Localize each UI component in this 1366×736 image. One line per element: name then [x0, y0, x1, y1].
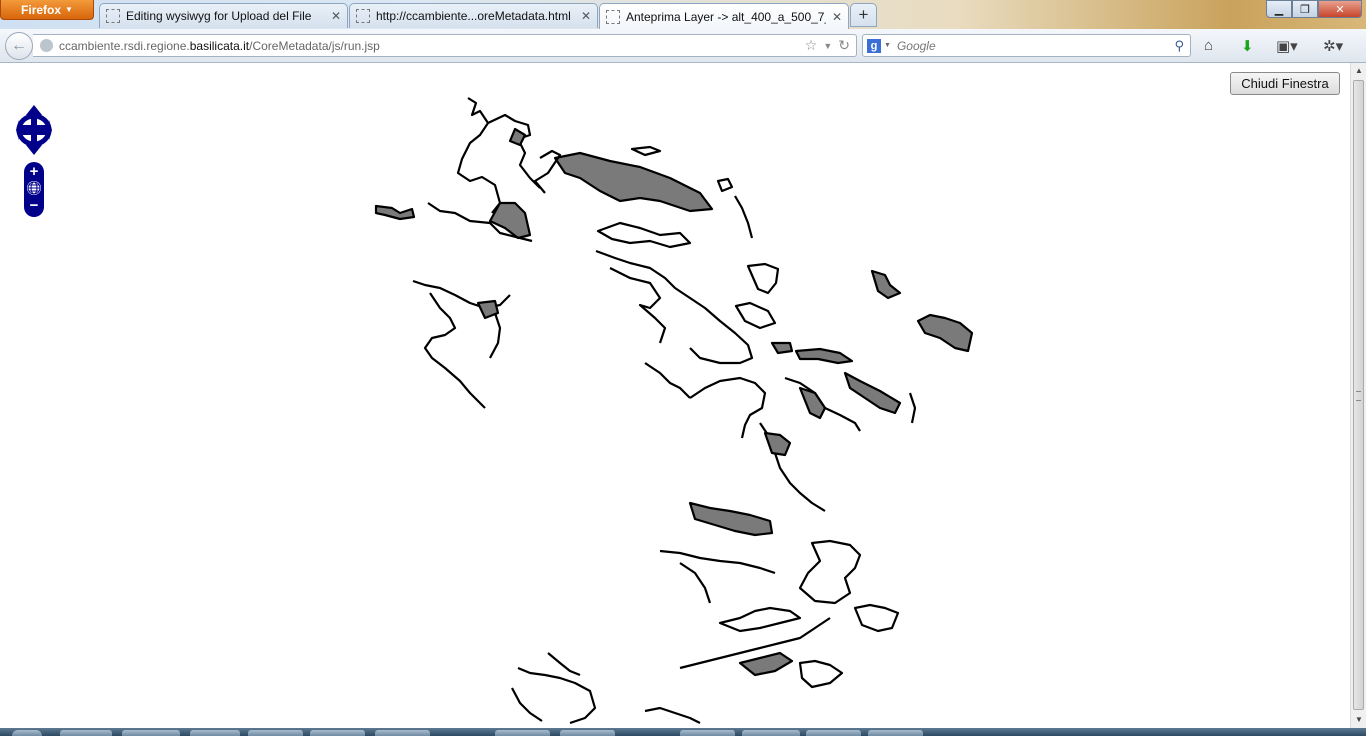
map-polygon [843, 371, 902, 415]
map-polygon [718, 606, 802, 633]
search-placeholder: Google [896, 38, 936, 53]
map-polygon [689, 376, 767, 439]
scroll-thumb[interactable] [1353, 80, 1364, 710]
addon-icon[interactable]: ✲▾ [1323, 37, 1343, 55]
map-polygon [423, 292, 486, 409]
map-polygon [517, 666, 597, 725]
map-polygon [908, 392, 917, 424]
download-icon[interactable]: ⬇ [1241, 37, 1254, 55]
map-polygon [553, 151, 714, 213]
map-polygon [734, 195, 754, 239]
taskbar-item[interactable] [122, 730, 180, 736]
taskbar-item[interactable] [680, 730, 735, 736]
chevron-down-icon: ▼ [65, 5, 73, 14]
map-polygon [770, 341, 794, 355]
search-bar[interactable]: g ▼ Google ⚲ [862, 34, 1191, 57]
window-titlebar: Firefox ▼ Editing wysiwyg for Upload del … [0, 0, 1366, 29]
map-polygon [456, 97, 502, 214]
taskbar-item[interactable] [190, 730, 240, 736]
maximize-button[interactable]: ❐ [1292, 0, 1318, 18]
scroll-up-icon[interactable]: ▲ [1351, 63, 1366, 79]
google-icon[interactable]: g [867, 38, 881, 53]
map-polygon [488, 201, 532, 240]
map-polygon [511, 687, 543, 722]
close-icon[interactable]: ✕ [832, 10, 842, 24]
star-icon[interactable]: ☆ [805, 37, 818, 54]
scroll-down-icon[interactable]: ▼ [1351, 712, 1366, 728]
map-polygon [794, 347, 854, 365]
map-polygon [609, 267, 667, 344]
map-polygon [644, 362, 691, 399]
tab-label: Anteprima Layer -> alt_400_a_500_7_4... [626, 9, 826, 24]
map-polygon [763, 431, 792, 457]
map-polygon [644, 706, 701, 724]
map-polygon [547, 652, 581, 677]
map-polygon [870, 269, 902, 300]
vertical-scrollbar[interactable]: ▲ ▼ [1350, 63, 1366, 728]
close-icon[interactable]: ✕ [581, 9, 591, 23]
tab-editing-wysiwyg[interactable]: Editing wysiwyg for Upload del File ✕ [99, 3, 348, 28]
firefox-menu-button[interactable]: Firefox ▼ [0, 0, 94, 20]
map-polygon [508, 127, 527, 147]
firefox-menu-label: Firefox [21, 2, 62, 17]
close-icon[interactable]: ✕ [331, 9, 341, 23]
map-polygon [798, 386, 827, 420]
taskbar-item[interactable] [495, 730, 550, 736]
map-polygon [688, 501, 774, 537]
map-layer[interactable] [0, 63, 1350, 728]
taskbar-item[interactable] [310, 730, 365, 736]
globe-icon [40, 39, 53, 52]
page-icon [106, 9, 120, 23]
map-polygon [595, 249, 754, 365]
url-bar[interactable]: ccambiente.rsdi.regione.basilicata.it/Co… [33, 34, 857, 57]
window-controls: ▁ ❐ ✕ [1266, 0, 1362, 18]
tab-anteprima-layer[interactable]: Anteprima Layer -> alt_400_a_500_7_4... … [599, 3, 849, 29]
tab-label: Editing wysiwyg for Upload del File [126, 9, 312, 23]
map-polygon [798, 659, 844, 689]
start-button[interactable] [12, 730, 42, 736]
map-polygon [630, 145, 662, 157]
map-polygon [374, 204, 416, 221]
map-polygon [716, 177, 734, 193]
map-polygon [659, 549, 776, 575]
map-polygon [738, 651, 794, 677]
map-polygon [798, 539, 862, 605]
map-polygon [489, 312, 502, 359]
elevation-polygons [374, 97, 974, 725]
url-text: ccambiente.rsdi.regione.basilicata.it/Co… [59, 38, 380, 53]
dropdown-icon[interactable]: ▼ [823, 41, 832, 51]
chevron-down-icon[interactable]: ▼ [884, 42, 891, 49]
map-polygon [596, 221, 692, 249]
new-tab-button[interactable]: + [850, 3, 877, 27]
back-icon: ← [11, 37, 27, 54]
reload-icon[interactable]: ↻ [838, 37, 850, 54]
taskbar-item[interactable] [248, 730, 303, 736]
tab-label: http://ccambiente...oreMetadata.html [376, 9, 571, 23]
taskbar-item[interactable] [560, 730, 615, 736]
map-polygon [853, 603, 900, 633]
map-polygon [679, 562, 712, 604]
close-window-button[interactable]: ✕ [1318, 0, 1362, 18]
taskbar-item[interactable] [806, 730, 861, 736]
taskbar-item[interactable] [868, 730, 923, 736]
minimize-button[interactable]: ▁ [1266, 0, 1292, 18]
taskbar-item[interactable] [742, 730, 800, 736]
map-polygon [487, 113, 541, 189]
back-button[interactable]: ← [5, 32, 33, 60]
bookmarks-icon[interactable]: ▣▾ [1276, 37, 1298, 55]
home-icon[interactable]: ⌂ [1204, 37, 1213, 54]
map-polygon [916, 313, 974, 353]
page-icon [356, 9, 370, 23]
search-icon[interactable]: ⚲ [1174, 38, 1184, 54]
tab-coremetadata[interactable]: http://ccambiente...oreMetadata.html ✕ [349, 3, 598, 28]
taskbar-item[interactable] [375, 730, 430, 736]
page-content: Chiudi Finestra + − [0, 63, 1350, 728]
map-polygon [734, 301, 777, 330]
navigation-toolbar: ← ccambiente.rsdi.regione.basilicata.it/… [0, 29, 1366, 63]
taskbar-item[interactable] [60, 730, 112, 736]
page-icon [606, 9, 620, 24]
map-polygon [746, 262, 780, 295]
